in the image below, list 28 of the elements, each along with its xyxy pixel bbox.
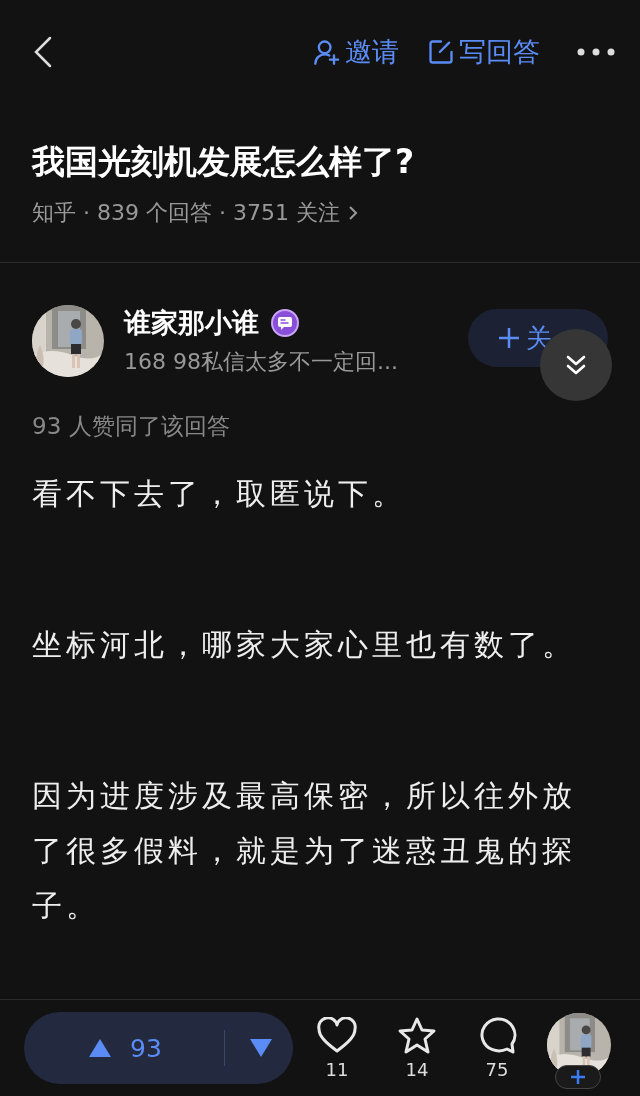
chat-badge-icon bbox=[271, 309, 299, 337]
answer-paragraph: 坐标河北，哪家大家心里也有数了。 bbox=[32, 626, 577, 664]
triangle-down-icon bbox=[249, 1038, 273, 1058]
person-add-icon bbox=[313, 38, 341, 66]
invite-button[interactable]: 邀请 bbox=[313, 34, 399, 70]
heart-button[interactable]: 11 bbox=[307, 1016, 367, 1080]
plus-icon bbox=[498, 327, 520, 349]
follow-add-button[interactable] bbox=[555, 1065, 601, 1089]
plus-icon bbox=[570, 1069, 586, 1085]
question-meta[interactable]: 知乎 · 839 个回答 · 3751 关注 bbox=[32, 198, 340, 228]
back-icon[interactable] bbox=[32, 36, 54, 68]
double-chevron-down-icon bbox=[564, 353, 588, 377]
edit-icon bbox=[427, 38, 455, 66]
more-icon[interactable] bbox=[576, 47, 616, 57]
comment-icon bbox=[477, 1016, 517, 1055]
triangle-up-icon bbox=[88, 1038, 112, 1058]
author-bio: 168 98私信太多不一定回... bbox=[124, 348, 399, 376]
star-icon bbox=[397, 1016, 437, 1055]
comment-button[interactable]: 75 bbox=[467, 1016, 527, 1080]
write-button[interactable]: 写回答 bbox=[427, 34, 540, 70]
question-title: 我国光刻机发展怎么样了? bbox=[32, 141, 416, 183]
heart-icon bbox=[317, 1016, 357, 1055]
answer-paragraph: 因为进度涉及最高保密，所以往外放了很多假料，就是为了迷惑丑鬼的探子。 bbox=[32, 777, 577, 925]
answer-paragraph: 看不下去了，取匿说下。 bbox=[32, 475, 407, 513]
author-name[interactable]: 谁家那小谁 bbox=[124, 305, 259, 341]
star-button[interactable]: 14 bbox=[387, 1016, 447, 1080]
chevron-icon bbox=[347, 206, 358, 220]
upvote-summary: 93 人赞同了该回答 bbox=[32, 412, 231, 441]
